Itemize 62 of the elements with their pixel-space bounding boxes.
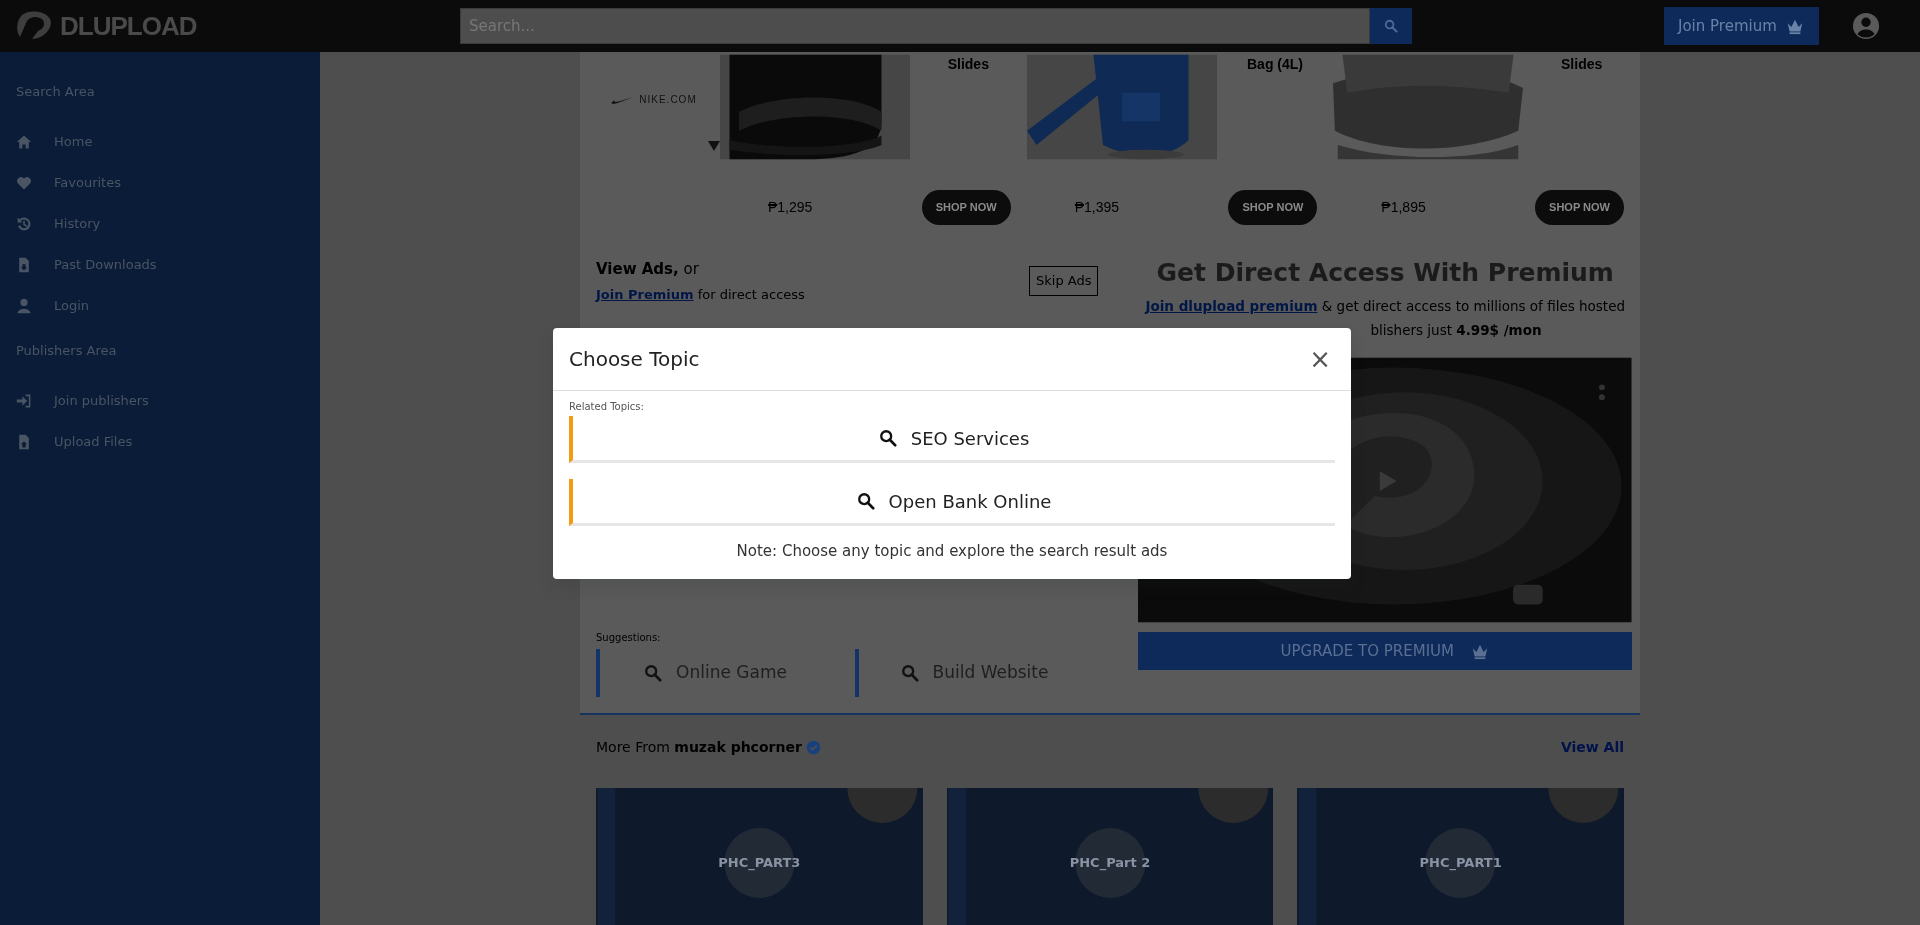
file-card[interactable]: PHC_PART1 xyxy=(1297,788,1624,925)
search-icon xyxy=(900,664,919,682)
product-price: ₱1,895 xyxy=(1381,197,1426,217)
join-premium-link[interactable]: Join Premium xyxy=(596,286,694,302)
brand-name: NIKE.COM xyxy=(639,93,697,107)
direct-access-text: Join Premium for direct access xyxy=(596,285,805,304)
upload-icon xyxy=(16,433,32,450)
file-title: PHC_Part 2 xyxy=(1069,854,1151,873)
premium-price-text: blishers just 4.99$ /mon xyxy=(1369,320,1543,340)
file-title: PHC_PART1 xyxy=(1419,854,1502,873)
modal-title: Choose Topic xyxy=(569,346,700,373)
suggestion-button[interactable]: Build Website xyxy=(855,649,1090,697)
section-heading: Publishers Area xyxy=(15,341,118,360)
product-name: Slides xyxy=(946,55,990,74)
skip-ads-button[interactable]: Skip Ads xyxy=(1029,266,1099,296)
view-all-link[interactable]: View All xyxy=(1560,737,1624,758)
file-card[interactable]: PHC_PART3 xyxy=(596,788,923,925)
join-premium-button[interactable]: Join Premium xyxy=(1664,7,1819,45)
modal-note: Note: Choose any topic and explore the search result ads xyxy=(735,541,1169,562)
sidebar-item[interactable]: Login xyxy=(0,285,320,327)
product-price: ₱1,295 xyxy=(768,197,813,217)
more-from-text: More From muzak phcorner xyxy=(596,738,802,757)
premium-link[interactable]: Join dlupload premium xyxy=(1145,297,1318,314)
view-ads-text: View Ads, or xyxy=(596,259,700,280)
search-icon xyxy=(1384,19,1398,33)
document-icon xyxy=(16,257,32,273)
related-topics-label: Related Topics: xyxy=(569,400,645,414)
topic-button[interactable]: Open Bank Online xyxy=(569,479,1335,526)
premium-description: Join dlupload premium & get direct access to millions of files hosted xyxy=(1143,296,1627,316)
upgrade-premium-button[interactable]: UPGRADE TO PREMIUM xyxy=(1138,632,1632,670)
sidebar-item[interactable]: Past Downloads xyxy=(0,244,320,286)
shop-now-button[interactable]: SHOP NOW xyxy=(921,190,1011,225)
search-button[interactable] xyxy=(1370,8,1412,44)
file-title: PHC_PART3 xyxy=(718,854,801,873)
logo-text[interactable]: DLUPLOAD xyxy=(60,6,197,46)
search-icon xyxy=(878,429,897,447)
topic-button[interactable]: SEO Services xyxy=(569,416,1335,463)
sidebar-item[interactable]: Favourites xyxy=(0,162,320,204)
sidebar-item[interactable]: Home xyxy=(0,121,320,163)
heart-icon xyxy=(16,175,32,191)
close-button[interactable]: × xyxy=(1305,346,1335,372)
section-heading: Search Area xyxy=(15,83,96,101)
dropdown-arrow-icon[interactable] xyxy=(708,141,720,151)
user-icon xyxy=(16,298,32,314)
suggestion-button[interactable]: Online Game xyxy=(596,649,831,697)
file-card[interactable]: PHC_Part 2 xyxy=(946,788,1274,925)
sign-in-icon xyxy=(16,392,32,409)
search-icon xyxy=(644,664,663,682)
sidebar-item[interactable]: Upload Files xyxy=(0,421,320,462)
home-icon xyxy=(16,134,32,150)
avatar-icon[interactable] xyxy=(1851,12,1880,40)
sidebar-item[interactable]: Join publishers xyxy=(0,380,320,421)
product-name: Bag (4L) xyxy=(1246,55,1304,74)
shop-now-button[interactable]: SHOP NOW xyxy=(1535,190,1624,225)
suggestions-label: Suggestions: xyxy=(596,631,662,645)
search-icon xyxy=(856,492,875,510)
premium-heading: Get Direct Access With Premium xyxy=(1155,257,1615,289)
shop-now-button[interactable]: SHOP NOW xyxy=(1228,190,1318,225)
product-name: Slides xyxy=(1560,55,1604,74)
history-icon xyxy=(16,216,32,232)
sidebar-item[interactable]: History xyxy=(0,203,320,245)
product-price: ₱1,395 xyxy=(1074,197,1120,217)
